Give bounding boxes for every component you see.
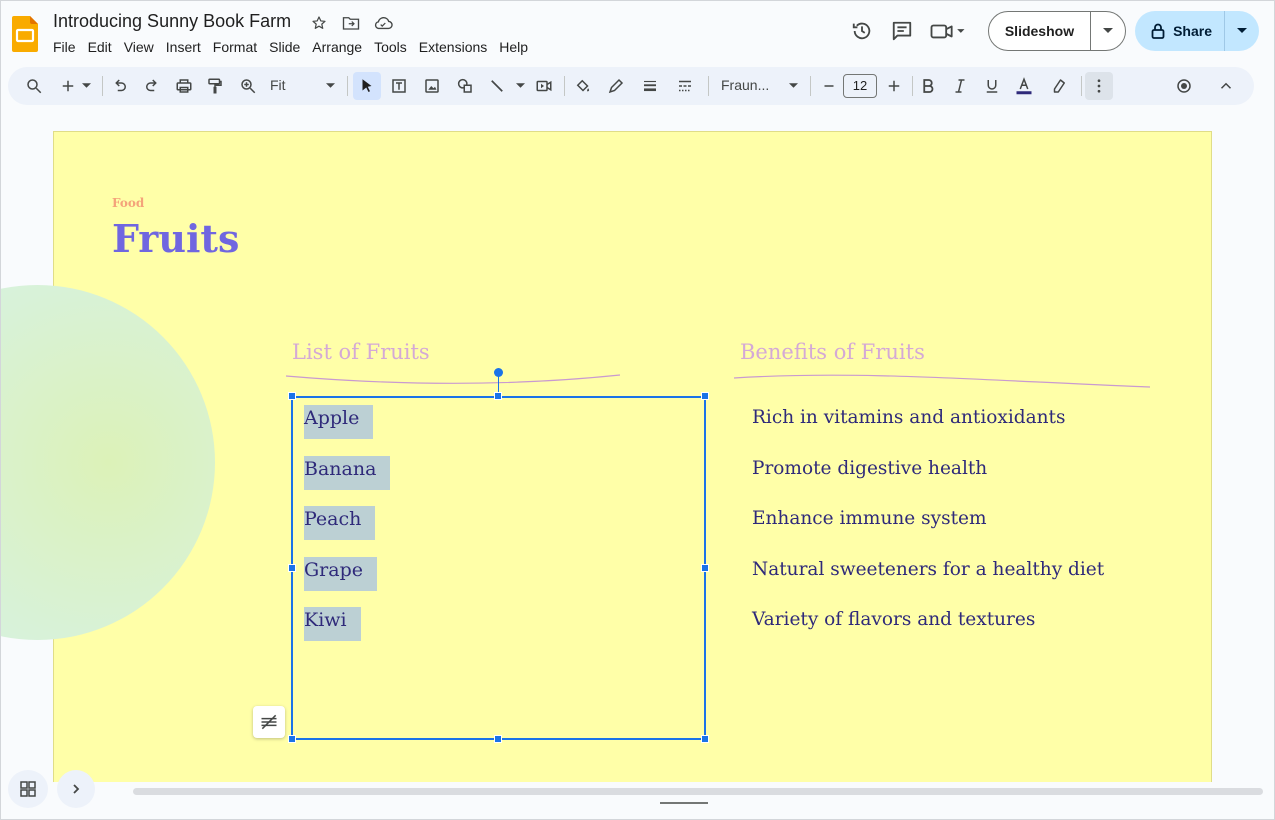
slideshow-button[interactable]: Slideshow — [989, 12, 1092, 50]
toolbar: Fit Fraun... 12 — [8, 67, 1254, 105]
print-icon[interactable] — [170, 72, 198, 100]
menu-edit[interactable]: Edit — [82, 38, 118, 57]
shape-icon[interactable] — [451, 72, 479, 100]
paint-format-icon[interactable] — [201, 72, 229, 100]
resize-handle-e[interactable] — [701, 564, 709, 572]
menu-file[interactable]: File — [53, 38, 82, 57]
meet-video-icon[interactable] — [922, 11, 974, 51]
document-title[interactable]: Introducing Sunny Book Farm — [53, 11, 291, 32]
list-item: Natural sweeteners for a healthy diet — [752, 558, 1105, 580]
menu-arrange[interactable]: Arrange — [306, 38, 368, 57]
zoom-select[interactable]: Fit — [270, 77, 286, 93]
redo-icon[interactable] — [138, 72, 166, 100]
undo-icon[interactable] — [106, 72, 134, 100]
italic-icon[interactable] — [946, 72, 974, 100]
menu-help[interactable]: Help — [493, 38, 534, 57]
version-history-icon[interactable] — [842, 11, 882, 51]
resize-handle-w[interactable] — [288, 564, 296, 572]
text-box-selection[interactable] — [291, 396, 706, 740]
star-icon[interactable] — [308, 12, 330, 34]
increase-font-size-icon[interactable] — [880, 72, 908, 100]
decrease-font-size-icon[interactable] — [815, 72, 843, 100]
menu-slide[interactable]: Slide — [263, 38, 306, 57]
menu-bar: File Edit View Insert Format Slide Arran… — [53, 38, 534, 57]
list-heading-underline — [285, 374, 621, 384]
record-icon[interactable] — [1170, 72, 1198, 100]
text-color-icon[interactable] — [1010, 72, 1038, 100]
highlight-color-icon[interactable] — [1045, 72, 1073, 100]
slideshow-split-button: Slideshow — [987, 11, 1127, 51]
cloud-saved-icon[interactable] — [372, 12, 394, 34]
list-item: Rich in vitamins and antioxidants — [752, 407, 1066, 428]
new-slide-dropdown-icon[interactable] — [78, 72, 94, 100]
share-label: Share — [1173, 23, 1212, 39]
lock-icon — [1151, 23, 1165, 39]
menu-tools[interactable]: Tools — [368, 38, 413, 57]
rotation-handle[interactable] — [494, 368, 503, 377]
underline-icon[interactable] — [978, 72, 1006, 100]
benefits-heading[interactable]: Benefits of Fruits — [740, 340, 925, 364]
list-item: Variety of flavors and textures — [752, 609, 1036, 630]
slide-kicker[interactable]: Food — [112, 196, 144, 210]
select-tool-icon[interactable] — [353, 72, 381, 100]
font-size-input[interactable]: 12 — [843, 74, 877, 98]
slides-logo[interactable] — [12, 16, 38, 52]
slide-canvas[interactable]: Food Fruits List of Fruits Benefits of F… — [0, 110, 1263, 782]
resize-handle-ne[interactable] — [701, 392, 709, 400]
menu-view[interactable]: View — [118, 38, 160, 57]
font-select[interactable]: Fraun... — [721, 77, 769, 93]
search-menus-icon[interactable] — [20, 72, 48, 100]
border-dash-icon[interactable] — [671, 72, 699, 100]
resize-handle-s[interactable] — [494, 735, 502, 743]
zoom-dropdown-icon[interactable] — [322, 72, 338, 100]
speaker-notes-drag-handle[interactable] — [660, 802, 708, 804]
list-item: Promote digestive health — [752, 457, 988, 479]
resize-handle-nw[interactable] — [288, 392, 296, 400]
bold-icon[interactable] — [914, 72, 942, 100]
resize-handle-n[interactable] — [494, 392, 502, 400]
horizontal-scrollbar[interactable] — [133, 788, 1263, 795]
share-button[interactable]: Share — [1135, 11, 1225, 51]
resize-handle-sw[interactable] — [288, 735, 296, 743]
menu-insert[interactable]: Insert — [160, 38, 207, 57]
insert-image-icon[interactable] — [418, 72, 446, 100]
move-to-folder-icon[interactable] — [340, 12, 362, 34]
border-weight-icon[interactable] — [636, 72, 664, 100]
font-dropdown-icon[interactable] — [785, 72, 801, 100]
comments-icon[interactable] — [882, 11, 922, 51]
text-box-icon[interactable] — [385, 72, 413, 100]
list-heading[interactable]: List of Fruits — [292, 340, 430, 364]
autofit-options-icon[interactable] — [253, 706, 285, 738]
share-split-button: Share — [1135, 11, 1259, 51]
line-dropdown-icon[interactable] — [513, 72, 527, 100]
benefits-list[interactable]: Rich in vitamins and antioxidants Promot… — [752, 407, 1104, 660]
line-icon[interactable] — [483, 72, 511, 100]
resize-handle-se[interactable] — [701, 735, 709, 743]
menu-extensions[interactable]: Extensions — [413, 38, 493, 57]
menu-format[interactable]: Format — [207, 38, 263, 57]
fill-color-icon[interactable] — [569, 72, 597, 100]
more-options-icon[interactable] — [1085, 72, 1113, 100]
benefits-heading-underline — [733, 374, 1151, 388]
grid-view-icon[interactable] — [8, 770, 48, 808]
slide-title[interactable]: Fruits — [112, 216, 239, 261]
collapse-toolbar-icon[interactable] — [1212, 72, 1240, 100]
zoom-icon[interactable] — [234, 72, 262, 100]
list-item: Enhance immune system — [752, 508, 987, 529]
border-color-icon[interactable] — [602, 72, 630, 100]
share-dropdown-icon[interactable] — [1225, 11, 1259, 51]
slideshow-dropdown-icon[interactable] — [1091, 12, 1125, 50]
expand-filmstrip-icon[interactable] — [57, 770, 95, 808]
insert-video-icon[interactable] — [530, 72, 558, 100]
